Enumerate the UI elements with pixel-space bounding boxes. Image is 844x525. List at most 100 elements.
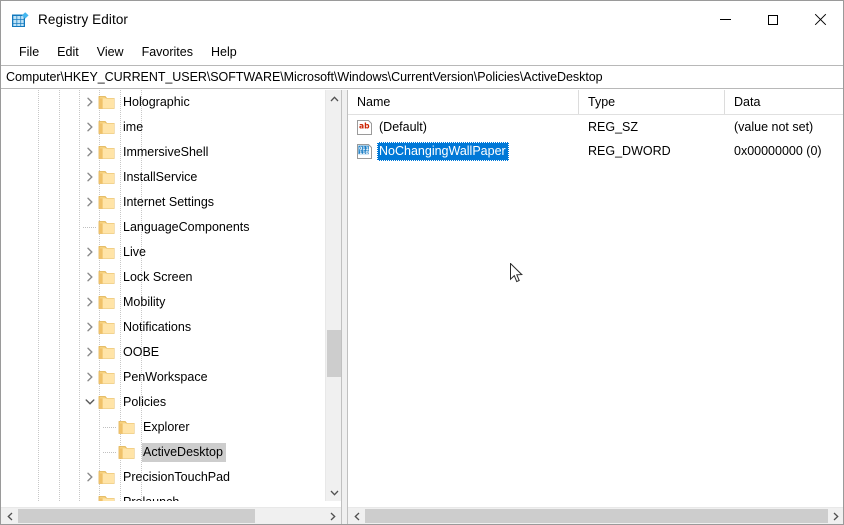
chevron-right-icon[interactable] [82, 165, 98, 190]
value-name-cell[interactable]: ab(Default) [348, 118, 579, 137]
tree-node-label: ime [122, 118, 146, 137]
registry-key-folder-icon [98, 245, 116, 260]
registry-key-folder-icon [98, 345, 116, 360]
tree-node-mobility[interactable]: Mobility [1, 290, 325, 315]
address-bar[interactable]: Computer\HKEY_CURRENT_USER\SOFTWARE\Micr… [1, 65, 843, 89]
tree-node-notifications[interactable]: Notifications [1, 315, 325, 340]
chevron-right-icon[interactable] [82, 340, 98, 365]
tree-node-penworkspace[interactable]: PenWorkspace [1, 365, 325, 390]
tree-node-prelaunch[interactable]: Prelaunch [1, 490, 325, 501]
scroll-right-icon[interactable] [827, 508, 843, 524]
chevron-right-icon[interactable] [82, 365, 98, 390]
tree-node-explorer[interactable]: Explorer [1, 415, 325, 440]
chevron-right-icon[interactable] [82, 190, 98, 215]
value-type-cell: REG_DWORD [579, 144, 725, 158]
tree-node-label: Prelaunch [122, 493, 182, 501]
maximize-icon [768, 15, 778, 25]
main-content: Holographic ime ImmersiveShell InstallServi… [1, 90, 843, 524]
tree-node-languagecomponents[interactable]: LanguageComponents [1, 215, 325, 240]
value-name-label: (Default) [377, 118, 430, 137]
chevron-right-icon[interactable] [82, 90, 98, 115]
tree-node-label: OOBE [122, 343, 162, 362]
scroll-right-icon[interactable] [324, 508, 341, 524]
registry-key-folder-icon [118, 420, 136, 435]
tree-node-installservice[interactable]: InstallService [1, 165, 325, 190]
tree-node-internet-settings[interactable]: Internet Settings [1, 190, 325, 215]
values-horizontal-scrollbar[interactable] [348, 507, 843, 524]
chevron-right-icon[interactable] [82, 240, 98, 265]
tree-node-holographic[interactable]: Holographic [1, 90, 325, 115]
value-type-cell: REG_SZ [579, 120, 725, 134]
tree-node-label: Mobility [122, 293, 168, 312]
chevron-right-icon[interactable] [82, 465, 98, 490]
tree-node-label: LanguageComponents [122, 218, 253, 237]
value-name-cell[interactable]: 011110NoChangingWallPaper [348, 142, 579, 161]
values-hscroll-thumb[interactable] [365, 509, 828, 523]
tree-node-label: Lock Screen [122, 268, 195, 287]
menu-item-favorites[interactable]: Favorites [133, 43, 202, 62]
registry-key-folder-icon [98, 320, 116, 335]
tree-node-label: ActiveDesktop [142, 443, 226, 462]
scroll-left-icon[interactable] [348, 508, 365, 524]
menu-item-edit[interactable]: Edit [48, 43, 88, 62]
registry-values-pane: Name Type Data ab(Default)REG_SZ(value n… [347, 90, 843, 524]
tree-horizontal-scrollbar[interactable] [1, 507, 341, 524]
close-button[interactable] [796, 1, 843, 38]
tree-hscroll-thumb[interactable] [18, 509, 255, 523]
values-list: ab(Default)REG_SZ(value not set)011110No… [348, 115, 843, 500]
tree-node-activedesktop[interactable]: ActiveDesktop [1, 440, 325, 465]
registry-key-folder-icon [98, 395, 116, 410]
registry-path[interactable]: Computer\HKEY_CURRENT_USER\SOFTWARE\Micr… [1, 70, 603, 84]
tree-node-label: Explorer [142, 418, 193, 437]
tree-node-label: Live [122, 243, 149, 262]
value-row[interactable]: ab(Default)REG_SZ(value not set) [348, 115, 843, 139]
maximize-button[interactable] [749, 1, 796, 38]
tree-node-oobe[interactable]: OOBE [1, 340, 325, 365]
values-column-header: Name Type Data [348, 90, 843, 115]
scroll-left-icon[interactable] [1, 508, 18, 524]
column-header-data[interactable]: Data [725, 90, 843, 114]
tree-vertical-scrollbar[interactable] [325, 90, 341, 501]
tree-node-label: Policies [122, 393, 169, 412]
value-row[interactable]: 011110NoChangingWallPaperREG_DWORD0x0000… [348, 139, 843, 163]
menu-bar: File Edit View Favorites Help [1, 39, 843, 65]
tree-node-live[interactable]: Live [1, 240, 325, 265]
tree-node-label: PrecisionTouchPad [122, 468, 233, 487]
tree-leaf-connector-icon [102, 440, 118, 465]
registry-editor-icon [12, 12, 29, 29]
minimize-button[interactable] [702, 1, 749, 38]
value-data-cell: (value not set) [725, 120, 843, 134]
registry-key-folder-icon [98, 270, 116, 285]
column-header-name[interactable]: Name [348, 90, 579, 114]
registry-key-folder-icon [98, 195, 116, 210]
registry-key-folder-icon [118, 445, 136, 460]
registry-editor-window: Registry Editor File Edit View Favorites… [0, 0, 844, 525]
chevron-down-icon[interactable] [82, 390, 98, 415]
window-title: Registry Editor [38, 12, 128, 27]
tree-node-label: InstallService [122, 168, 200, 187]
chevron-right-icon[interactable] [82, 290, 98, 315]
menu-item-help[interactable]: Help [202, 43, 246, 62]
registry-key-folder-icon [98, 170, 116, 185]
chevron-right-icon[interactable] [82, 140, 98, 165]
tree-node-policies[interactable]: Policies [1, 390, 325, 415]
tree-node-precisiontouchpad[interactable]: PrecisionTouchPad [1, 465, 325, 490]
tree-node-label: Notifications [122, 318, 194, 337]
menu-item-view[interactable]: View [88, 43, 133, 62]
tree-node-label: ImmersiveShell [122, 143, 211, 162]
title-bar: Registry Editor [1, 1, 843, 39]
scroll-down-icon[interactable] [326, 484, 342, 501]
registry-key-folder-icon [98, 295, 116, 310]
scroll-up-icon[interactable] [326, 90, 342, 107]
tree-node-lock-screen[interactable]: Lock Screen [1, 265, 325, 290]
tree-node-immersiveshell[interactable]: ImmersiveShell [1, 140, 325, 165]
chevron-right-icon[interactable] [82, 315, 98, 340]
chevron-right-icon[interactable] [82, 115, 98, 140]
menu-item-file[interactable]: File [10, 43, 48, 62]
tree-node-label: Internet Settings [122, 193, 217, 212]
tree-node-ime[interactable]: ime [1, 115, 325, 140]
chevron-right-icon[interactable] [82, 265, 98, 290]
column-header-type[interactable]: Type [579, 90, 725, 114]
tree-leaf-connector-icon [82, 215, 98, 240]
tree-scroll-thumb[interactable] [327, 330, 341, 377]
